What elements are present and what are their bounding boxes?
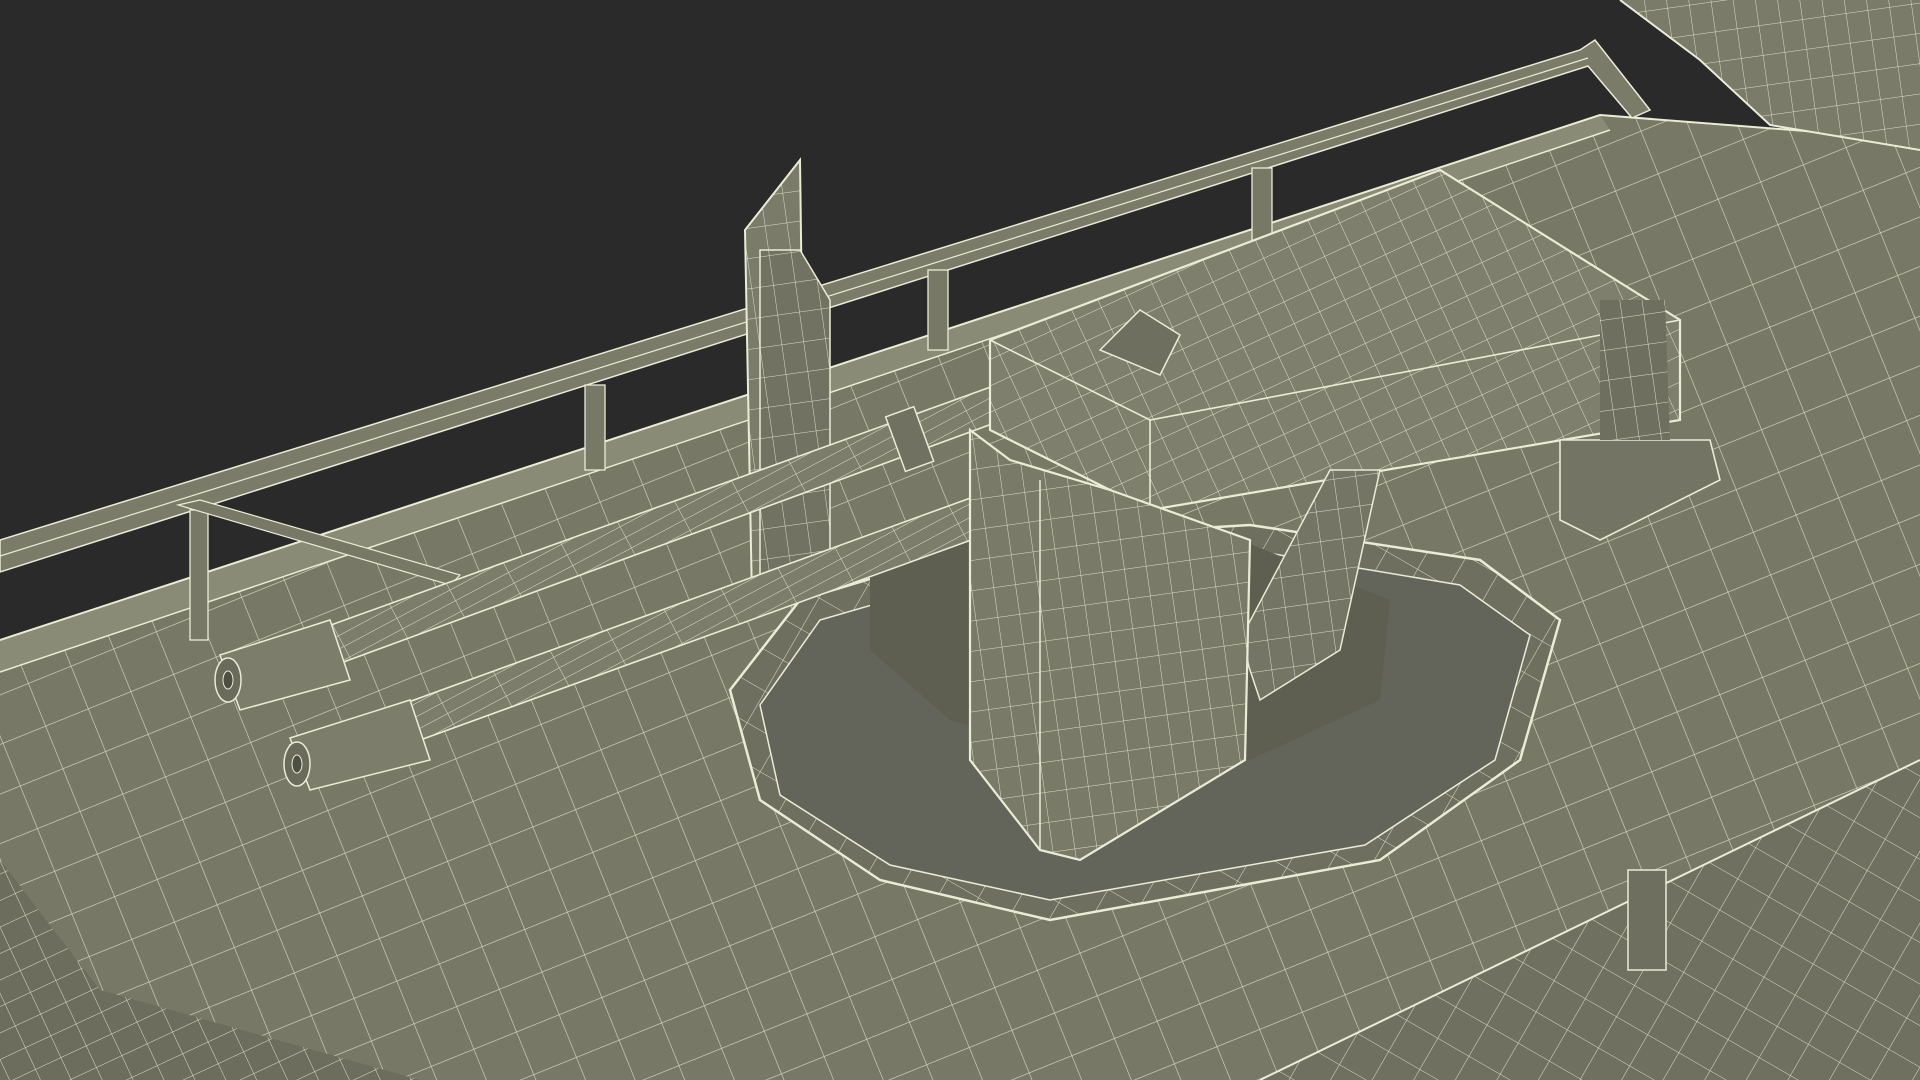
wireframe-render xyxy=(0,0,1920,1080)
render-viewport xyxy=(0,0,1920,1080)
support-post xyxy=(1627,869,1667,971)
